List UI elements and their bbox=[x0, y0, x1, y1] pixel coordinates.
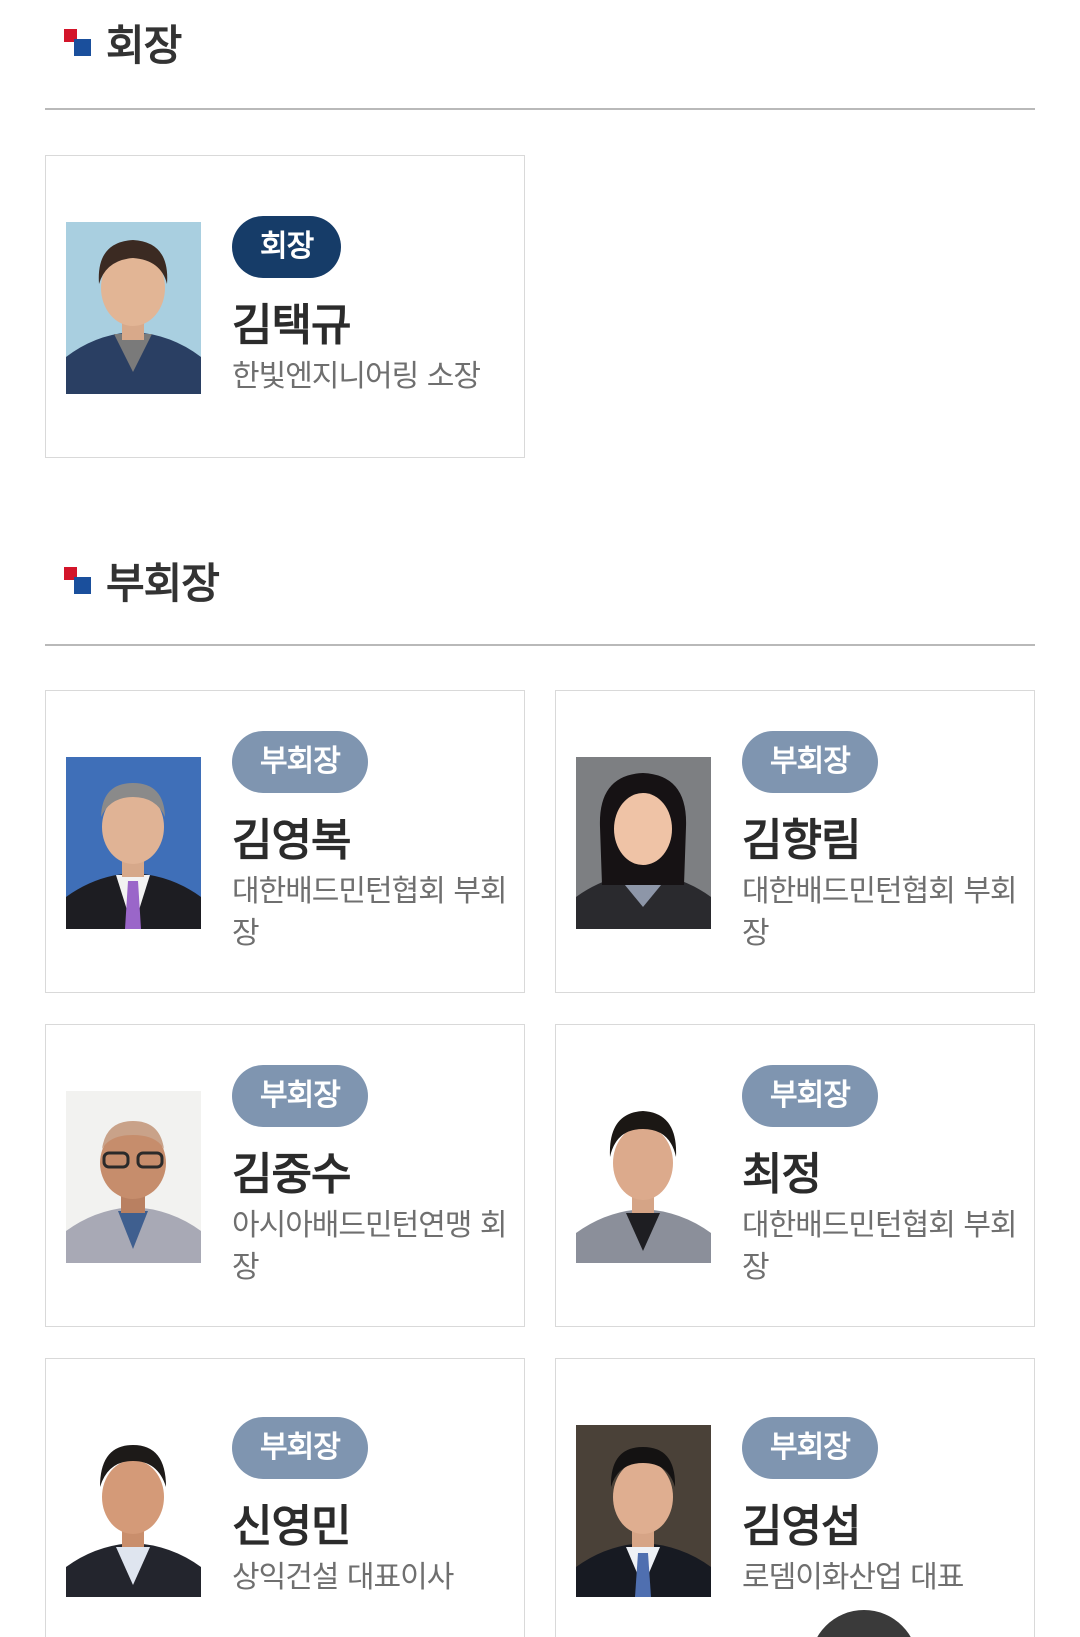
member-card: 부회장 신영민 상익건설 대표이사 bbox=[45, 1358, 525, 1637]
member-desc: 대한배드민턴협회 부회장 bbox=[232, 874, 508, 951]
member-name: 김영섭 bbox=[742, 1501, 861, 1552]
role-badge: 부회장 bbox=[742, 1417, 878, 1479]
member-card: 부회장 최정 대한배드민턴협회 부회장 bbox=[555, 1024, 1035, 1327]
section-header-vice: 부회장 bbox=[64, 550, 220, 611]
member-photo bbox=[66, 1091, 201, 1263]
member-photo bbox=[576, 1091, 711, 1263]
member-card: 부회장 김영복 대한배드민턴협회 부회장 bbox=[45, 690, 525, 993]
divider bbox=[45, 644, 1035, 646]
role-badge: 부회장 bbox=[742, 731, 878, 793]
member-card: 부회장 김중수 아시아배드민턴연맹 회장 bbox=[45, 1024, 525, 1327]
member-desc: 대한배드민턴협회 부회장 bbox=[742, 1208, 1018, 1285]
member-info: 부회장 김영섭 로뎀이화산업 대표 bbox=[742, 1417, 1022, 1599]
member-name: 최정 bbox=[742, 1149, 822, 1200]
member-photo bbox=[66, 222, 201, 394]
section-bullet-icon bbox=[64, 28, 92, 57]
section-title: 부회장 bbox=[106, 559, 220, 608]
divider bbox=[45, 108, 1035, 110]
role-badge: 부회장 bbox=[232, 731, 368, 793]
member-info: 부회장 최정 대한배드민턴협회 부회장 bbox=[742, 1065, 1022, 1289]
member-card-chairman: 회장 김택규 한빛엔지니어링 소장 bbox=[45, 155, 525, 458]
member-info: 부회장 김향림 대한배드민턴협회 부회장 bbox=[742, 731, 1022, 955]
member-photo bbox=[66, 757, 201, 929]
member-card: 부회장 김영섭 로뎀이화산업 대표 bbox=[555, 1358, 1035, 1637]
role-badge: 회장 bbox=[232, 216, 342, 278]
member-info: 부회장 신영민 상익건설 대표이사 bbox=[232, 1417, 512, 1599]
section-header-chairman: 회장 bbox=[64, 12, 182, 73]
member-info: 회장 김택규 한빛엔지니어링 소장 bbox=[232, 216, 512, 398]
member-desc: 로뎀이화산업 대표 bbox=[742, 1560, 964, 1595]
member-desc: 대한배드민턴협회 부회장 bbox=[742, 874, 1018, 951]
section-title: 회장 bbox=[106, 21, 182, 70]
member-photo bbox=[576, 757, 711, 929]
member-name: 신영민 bbox=[232, 1501, 351, 1552]
member-photo bbox=[576, 1425, 711, 1597]
member-name: 김택규 bbox=[232, 300, 351, 351]
role-badge: 부회장 bbox=[742, 1065, 878, 1127]
member-desc: 한빛엔지니어링 소장 bbox=[232, 359, 481, 394]
member-photo bbox=[66, 1425, 201, 1597]
member-desc: 아시아배드민턴연맹 회장 bbox=[232, 1208, 508, 1285]
member-name: 김영복 bbox=[232, 815, 351, 866]
role-badge: 부회장 bbox=[232, 1417, 368, 1479]
member-desc: 상익건설 대표이사 bbox=[232, 1560, 454, 1595]
member-name: 김중수 bbox=[232, 1149, 351, 1200]
member-info: 부회장 김영복 대한배드민턴협회 부회장 bbox=[232, 731, 512, 955]
role-badge: 부회장 bbox=[232, 1065, 368, 1127]
section-bullet-icon bbox=[64, 566, 92, 595]
member-card: 부회장 김향림 대한배드민턴협회 부회장 bbox=[555, 690, 1035, 993]
member-name: 김향림 bbox=[742, 815, 861, 866]
member-info: 부회장 김중수 아시아배드민턴연맹 회장 bbox=[232, 1065, 512, 1289]
